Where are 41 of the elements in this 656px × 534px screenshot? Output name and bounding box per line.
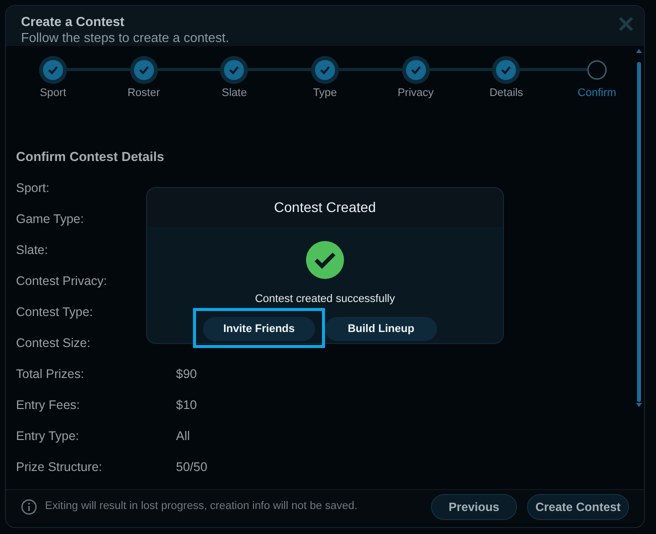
step-label: Details [489, 86, 524, 101]
detail-label: Entry Type: [16, 428, 80, 445]
detail-label: Slate: [16, 242, 49, 259]
completed-step-icon[interactable] [310, 56, 339, 84]
dialog-button[interactable]: Invite Friends [203, 316, 315, 341]
step-label: Roster [127, 86, 160, 101]
step-label: Sport [40, 86, 66, 101]
scroll-down-icon[interactable] [636, 402, 642, 408]
previous-button[interactable]: Previous [431, 494, 517, 520]
detail-value: 50/50 [176, 459, 208, 476]
create-button[interactable]: Create Contest [527, 494, 629, 520]
dialog-button[interactable]: Build Lineup [325, 316, 437, 341]
modal-title: Create a Contest [21, 14, 124, 29]
info-icon [21, 498, 37, 514]
detail-label: Contest Privacy: [16, 273, 108, 290]
detail-label: Game Type: [16, 211, 85, 228]
modal-subtitle: Follow the steps to create a contest. [21, 29, 230, 46]
success-message: Contest created successfully [254, 292, 395, 307]
warning-notice: Exiting will result in lost progress, creation info will not be saved. [45, 499, 358, 514]
detail-label: Sport: [16, 180, 50, 197]
detail-value: All [176, 428, 190, 445]
step-label: Slate [222, 86, 247, 101]
scroll-up-icon[interactable] [636, 48, 642, 54]
detail-label: Prize Structure: [16, 459, 104, 476]
detail-label: Entry Fees: [16, 397, 81, 414]
detail-label: Total Prizes: [16, 366, 86, 383]
step-label: Type [313, 86, 337, 101]
section-heading: Confirm Contest Details [16, 148, 166, 166]
dialog-title: Contest Created [274, 198, 376, 217]
detail-value: $90 [176, 366, 197, 383]
step-label: Privacy [398, 86, 434, 101]
detail-label: Contest Type: [16, 304, 94, 321]
completed-step-icon[interactable] [130, 56, 158, 84]
completed-step-icon[interactable] [39, 56, 67, 84]
completed-step-icon[interactable] [402, 56, 430, 84]
detail-label: Contest Size: [16, 335, 92, 352]
completed-step-icon[interactable] [220, 56, 248, 84]
detail-value: $10 [176, 397, 197, 414]
step-label: Confirm [578, 86, 616, 101]
completed-step-icon[interactable] [492, 56, 520, 84]
success-check-icon [306, 241, 344, 279]
